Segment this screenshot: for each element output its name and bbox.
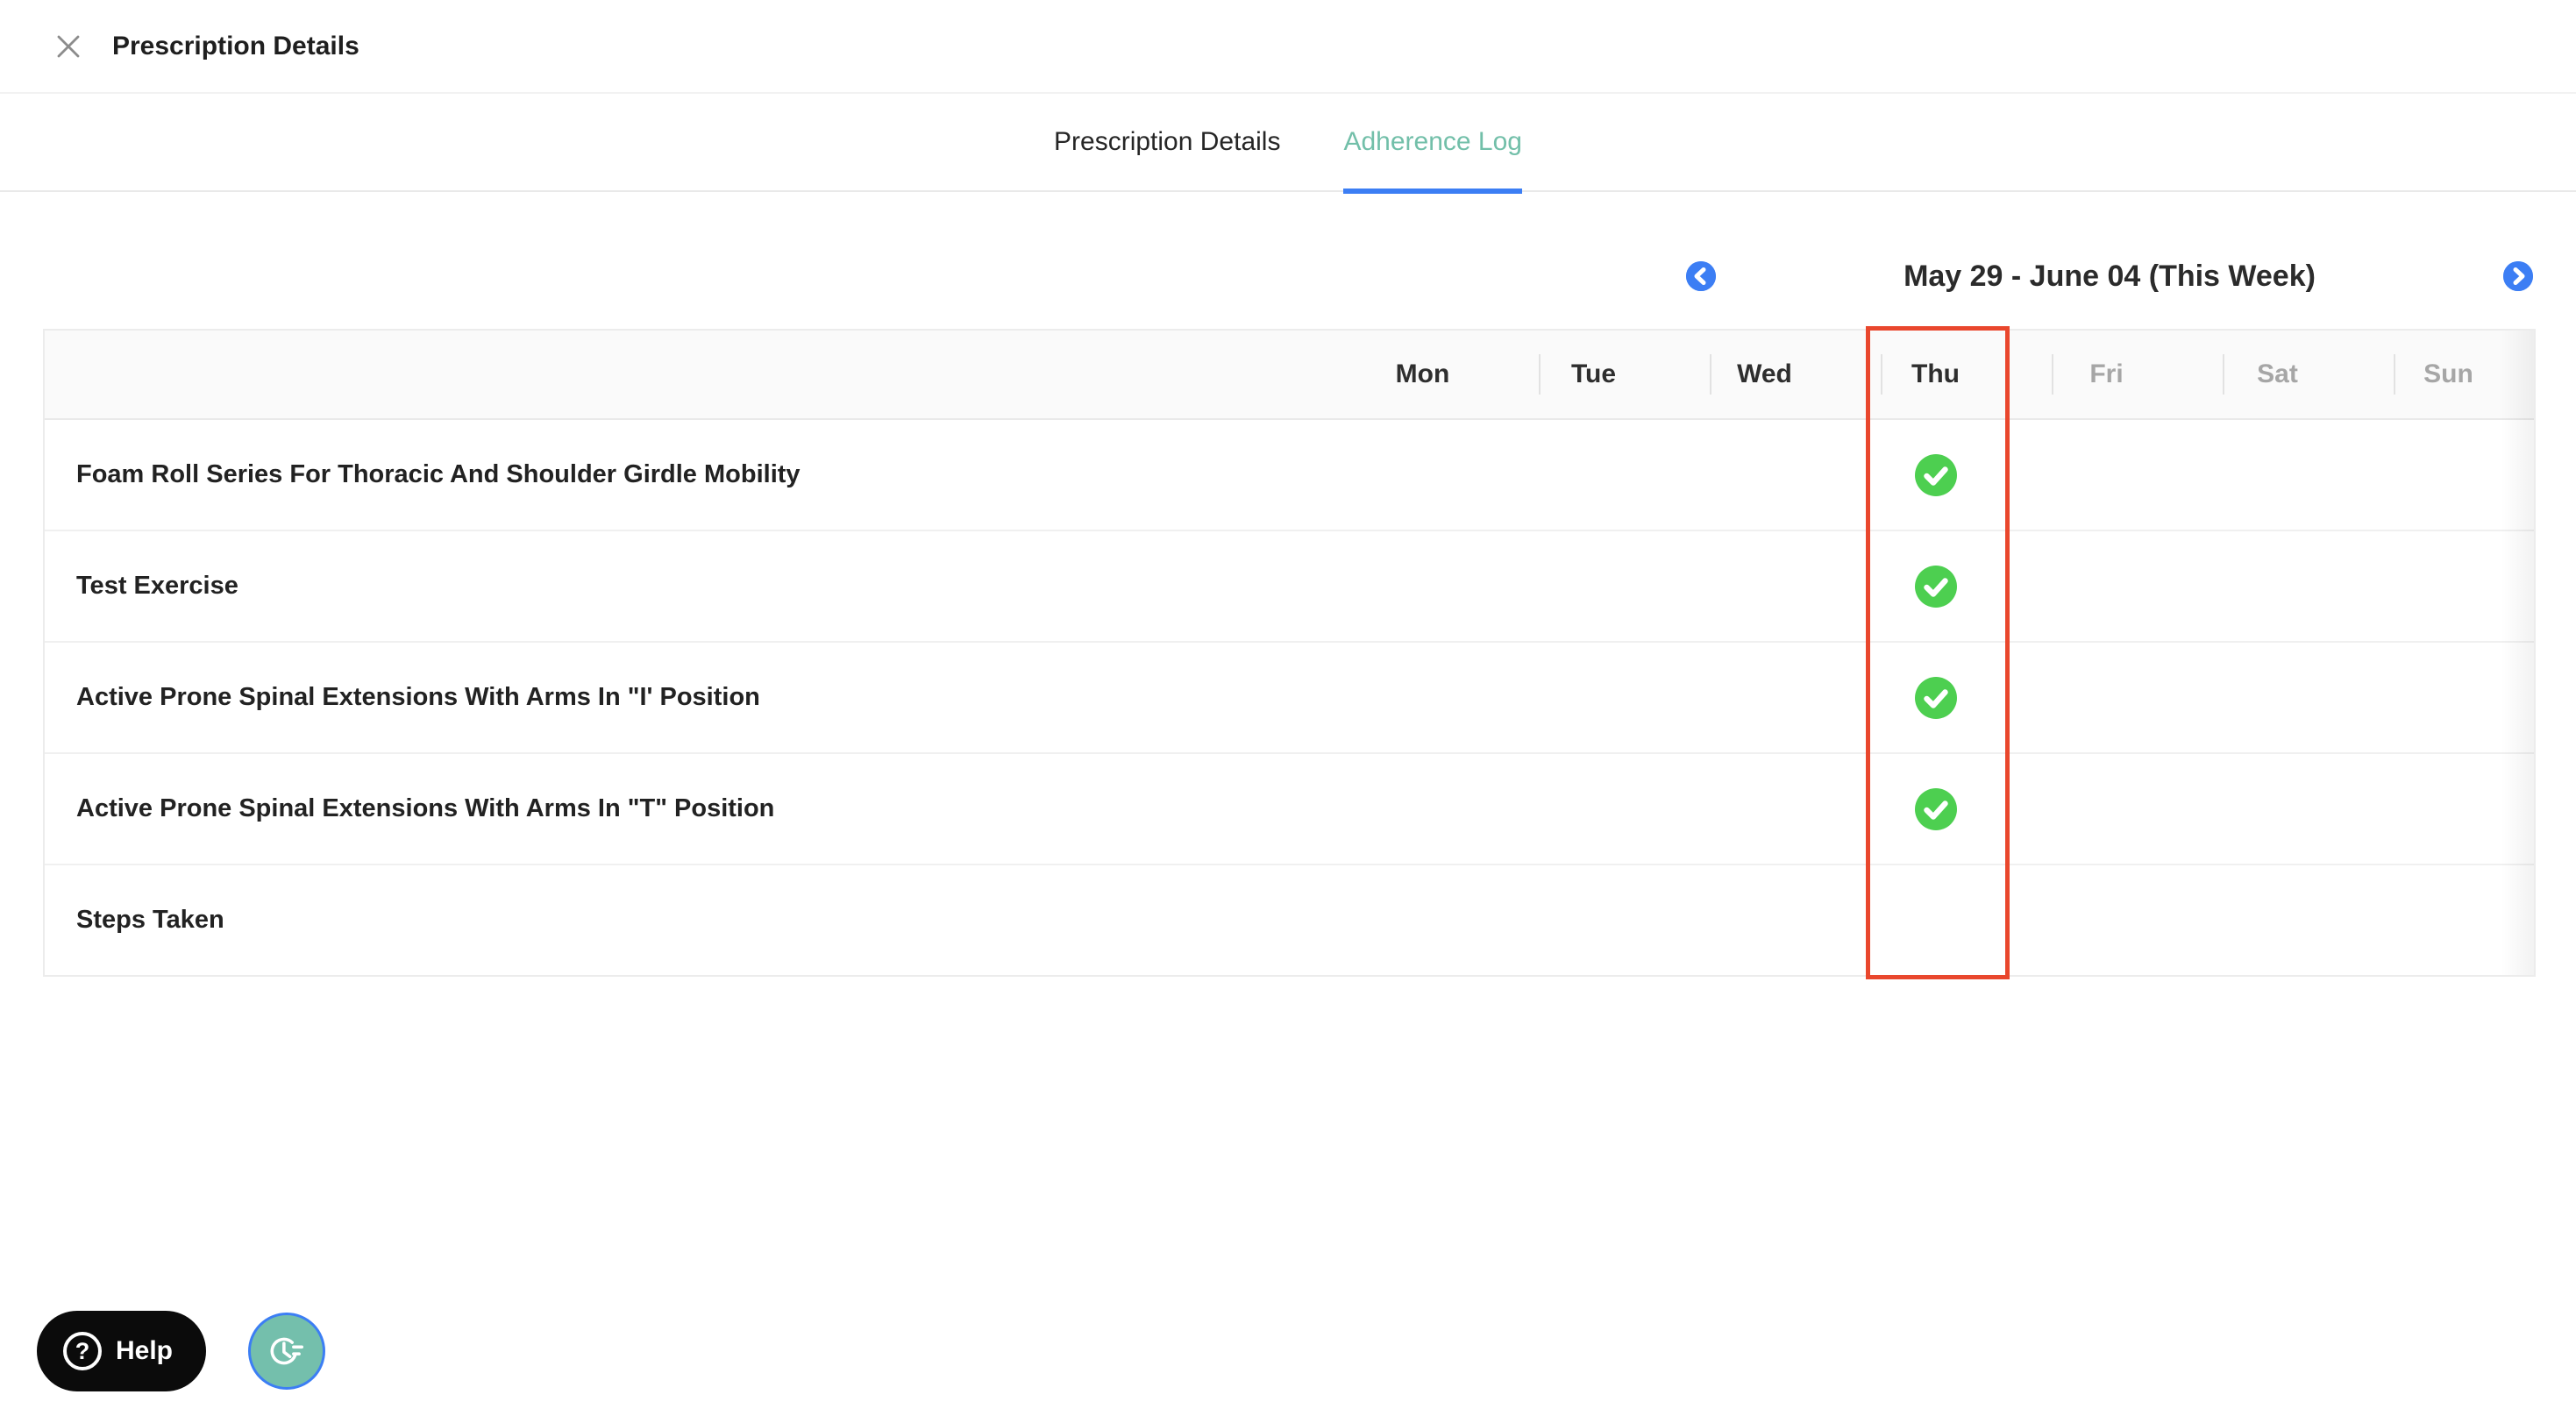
day-header-thu: Thu — [1850, 331, 2021, 418]
adherence-cell-wed — [1679, 531, 1850, 641]
exercise-label-cell: Active Prone Spinal Extensions With Arms… — [45, 643, 1337, 752]
adherence-rows: Foam Roll Series For Thoracic And Should… — [45, 420, 2534, 975]
adherence-cell-thu — [1850, 865, 2021, 975]
tab-adherence-log[interactable]: Adherence Log — [1343, 94, 1522, 194]
table-row: Active Prone Spinal Extensions With Arms… — [45, 643, 2534, 754]
adherence-cell-sun — [2363, 865, 2534, 975]
table-row: Steps Taken — [45, 865, 2534, 975]
table-row: Active Prone Spinal Extensions With Arms… — [45, 754, 2534, 865]
completed-check-icon — [1914, 453, 1957, 496]
exercise-label-cell: Test Exercise — [45, 531, 1337, 641]
previous-week-button[interactable] — [1686, 261, 1716, 291]
adherence-cell-wed — [1679, 754, 1850, 864]
tab-prescription-details[interactable]: Prescription Details — [1054, 94, 1280, 190]
adherence-cell-tue — [1508, 531, 1679, 641]
adherence-cell-wed — [1679, 865, 1850, 975]
week-navigation: May 29 - June 04 (This Week) — [1686, 260, 2533, 293]
table-row: Test Exercise — [45, 531, 2534, 643]
history-fab-button[interactable] — [248, 1313, 325, 1390]
adherence-cell-mon — [1337, 865, 1508, 975]
adherence-cell-tue — [1508, 420, 1679, 530]
page-title: Prescription Details — [112, 31, 359, 60]
next-week-button[interactable] — [2503, 261, 2533, 291]
adherence-cell-sun — [2363, 754, 2534, 864]
adherence-cell-sun — [2363, 643, 2534, 752]
exercise-label-cell: Active Prone Spinal Extensions With Arms… — [45, 754, 1337, 864]
help-button[interactable]: ? Help — [37, 1311, 207, 1391]
completed-check-icon — [1914, 787, 1957, 830]
day-header-row: Mon Tue Wed Thu Fri Sat Sun — [45, 331, 2534, 420]
adherence-table: Mon Tue Wed Thu Fri Sat Sun Foam Roll Series F… — [43, 326, 2536, 979]
adherence-cell-thu — [1850, 643, 2021, 752]
close-icon — [57, 35, 80, 57]
header-label-spacer — [45, 331, 1337, 418]
adherence-cell-sat — [2192, 865, 2363, 975]
adherence-cell-thu — [1850, 531, 2021, 641]
completed-check-icon — [1914, 676, 1957, 719]
adherence-cell-thu — [1850, 754, 2021, 864]
week-range-title: May 29 - June 04 (This Week) — [1904, 259, 2316, 293]
adherence-cell-wed — [1679, 643, 1850, 752]
modal-top-bar: Prescription Details — [0, 0, 2576, 94]
chevron-left-icon — [1686, 261, 1716, 291]
exercise-label: Steps Taken — [76, 906, 224, 934]
adherence-cell-tue — [1508, 865, 1679, 975]
day-header-mon: Mon — [1395, 359, 1450, 388]
adherence-cell-fri — [2021, 643, 2192, 752]
adherence-cell-fri — [2021, 420, 2192, 530]
adherence-cell-sat — [2192, 531, 2363, 641]
day-header-wed: Wed — [1679, 331, 1850, 418]
adherence-cell-mon — [1337, 420, 1508, 530]
table-row: Foam Roll Series For Thoracic And Should… — [45, 420, 2534, 531]
help-button-label: Help — [116, 1336, 174, 1365]
exercise-label-cell: Foam Roll Series For Thoracic And Should… — [45, 420, 1337, 530]
chevron-right-icon — [2503, 261, 2533, 291]
exercise-label: Foam Roll Series For Thoracic And Should… — [76, 460, 801, 488]
adherence-cell-wed — [1679, 420, 1850, 530]
day-header-sat: Sat — [2192, 331, 2363, 418]
completed-check-icon — [1914, 565, 1957, 608]
clock-history-icon — [270, 1337, 304, 1365]
adherence-cell-tue — [1508, 754, 1679, 864]
adherence-cell-sun — [2363, 420, 2534, 530]
day-header-fri: Fri — [2021, 331, 2192, 418]
exercise-label: Active Prone Spinal Extensions With Arms… — [76, 794, 775, 822]
adherence-cell-mon — [1337, 531, 1508, 641]
tab-bar: Prescription Details Adherence Log — [0, 94, 2576, 194]
adherence-cell-thu — [1850, 420, 2021, 530]
day-header-sun: Sun — [2363, 331, 2534, 418]
adherence-cell-fri — [2021, 531, 2192, 641]
exercise-label: Active Prone Spinal Extensions With Arms… — [76, 683, 760, 711]
adherence-cell-sat — [2192, 643, 2363, 752]
exercise-label-cell: Steps Taken — [45, 865, 1337, 975]
adherence-cell-sat — [2192, 420, 2363, 530]
adherence-cell-fri — [2021, 865, 2192, 975]
question-mark-icon: ? — [63, 1332, 102, 1370]
adherence-cell-fri — [2021, 754, 2192, 864]
exercise-label: Test Exercise — [76, 572, 238, 600]
adherence-cell-sat — [2192, 754, 2363, 864]
adherence-cell-sun — [2363, 531, 2534, 641]
adherence-cell-mon — [1337, 754, 1508, 864]
day-header-tue: Tue — [1508, 331, 1679, 418]
adherence-cell-mon — [1337, 643, 1508, 752]
close-button[interactable] — [53, 31, 84, 62]
adherence-cell-tue — [1508, 643, 1679, 752]
